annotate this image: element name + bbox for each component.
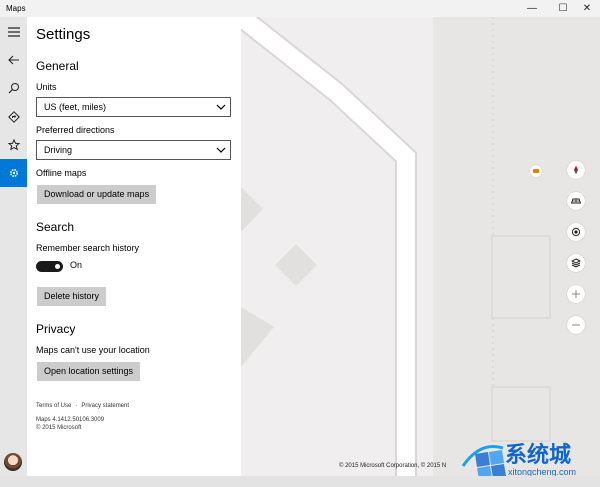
layers-icon <box>571 258 581 268</box>
zoom-out-button[interactable] <box>567 316 585 334</box>
preferred-directions-value: Driving <box>44 145 73 155</box>
compass-button[interactable] <box>567 161 585 179</box>
terms-link[interactable]: Terms of Use <box>36 403 71 409</box>
bottom-strip <box>0 476 600 487</box>
directions-icon <box>7 111 20 123</box>
general-heading: General <box>36 59 79 73</box>
link-separator: · <box>75 403 78 409</box>
page-title: Settings <box>36 26 91 43</box>
toggle-state: On <box>70 260 83 270</box>
zoom-in-button[interactable] <box>567 285 585 303</box>
settings-button[interactable] <box>0 159 27 187</box>
copyright-text: © 2015 Microsoft <box>36 425 82 431</box>
search-button[interactable] <box>0 74 27 102</box>
units-value: US (feet, miles) <box>44 102 107 112</box>
search-heading: Search <box>36 220 75 234</box>
download-maps-button[interactable]: Download or update maps <box>37 185 157 204</box>
map-copyright: © 2015 Microsoft Corporation, © 2015 N <box>339 463 447 469</box>
search-history-toggle[interactable] <box>36 261 63 272</box>
layers-button[interactable] <box>567 254 585 272</box>
version-text: Maps 4.1412.50106.3009 <box>36 417 105 423</box>
favorites-button[interactable] <box>0 131 27 159</box>
privacy-link[interactable]: Privacy statement <box>81 403 129 409</box>
back-arrow-icon <box>7 55 19 65</box>
footer-links: Terms of Use · Privacy statement <box>36 403 129 409</box>
chevron-down-icon <box>216 104 226 110</box>
search-icon <box>8 83 19 94</box>
open-location-settings-button[interactable]: Open location settings <box>37 362 141 381</box>
map-base <box>241 17 600 476</box>
star-icon <box>7 139 20 151</box>
preferred-directions-label: Preferred directions <box>36 125 115 135</box>
title-bar: Maps — ☐ ✕ <box>0 0 600 17</box>
units-select[interactable]: US (feet, miles) <box>36 97 231 117</box>
offline-maps-label: Offline maps <box>36 168 87 178</box>
locate-icon <box>571 227 581 237</box>
toggle-knob <box>55 264 60 269</box>
settings-pane: Settings General Units US (feet, miles) … <box>27 17 241 476</box>
close-button[interactable]: ✕ <box>572 0 600 17</box>
units-label: Units <box>36 82 57 92</box>
avatar[interactable] <box>4 453 22 471</box>
zoom-out-icon <box>572 324 580 326</box>
app-title: Maps <box>6 4 26 13</box>
preferred-directions-select[interactable]: Driving <box>36 140 231 160</box>
map-poi-marker[interactable] <box>530 165 542 177</box>
location-status-text: Maps can't use your location <box>36 345 150 355</box>
chevron-down-icon <box>216 147 226 153</box>
nav-rail <box>0 17 27 487</box>
menu-button[interactable] <box>0 18 27 46</box>
zoom-in-icon <box>572 290 580 298</box>
gear-icon <box>9 168 18 178</box>
locate-button[interactable] <box>567 223 585 241</box>
map-canvas[interactable] <box>241 17 600 476</box>
back-button[interactable] <box>0 46 27 74</box>
privacy-heading: Privacy <box>36 322 76 336</box>
delete-history-button[interactable]: Delete history <box>37 287 107 306</box>
minimize-button[interactable]: — <box>517 0 547 17</box>
search-history-label: Remember search history <box>36 243 140 253</box>
3d-view-icon <box>571 198 581 204</box>
compass-icon <box>574 165 578 175</box>
watermark-text: 系统城 <box>505 442 572 467</box>
3d-view-button[interactable] <box>567 192 585 210</box>
hamburger-icon <box>7 27 20 37</box>
directions-button[interactable] <box>0 103 27 131</box>
